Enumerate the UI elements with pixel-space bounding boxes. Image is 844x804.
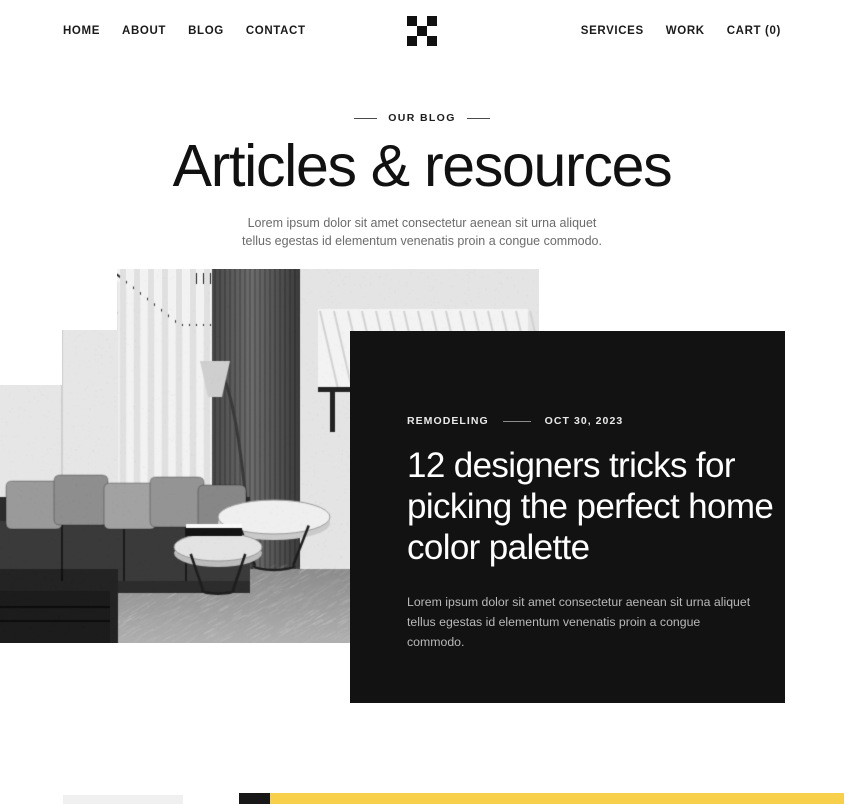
featured-post-meta: REMODELING OCT 30, 2023: [407, 415, 785, 427]
checkerboard-logo-icon[interactable]: [407, 16, 437, 46]
page-root: HOME ABOUT BLOG CONTACT SERVICES WORK CA…: [0, 0, 844, 804]
featured-post-date: OCT 30, 2023: [545, 415, 624, 427]
nav-link-services[interactable]: SERVICES: [581, 24, 644, 38]
site-header: HOME ABOUT BLOG CONTACT SERVICES WORK CA…: [0, 0, 844, 62]
hero-eyebrow-label: OUR BLOG: [388, 112, 456, 124]
eyebrow-rule-left-icon: [354, 118, 377, 119]
nav-link-about[interactable]: ABOUT: [122, 24, 166, 38]
featured-post-card-content: REMODELING OCT 30, 2023 12 designers tri…: [407, 415, 785, 653]
nav-link-home[interactable]: HOME: [63, 24, 100, 38]
primary-navigation-right: SERVICES WORK CART (0): [581, 24, 781, 38]
logo-cell: [417, 16, 427, 26]
next-section-gray-block: [63, 795, 183, 804]
hero-section: OUR BLOG Articles & resources Lorem ipsu…: [0, 112, 844, 250]
nav-link-contact[interactable]: CONTACT: [246, 24, 306, 38]
nav-link-cart[interactable]: CART (0): [727, 24, 781, 38]
featured-post-category[interactable]: REMODELING: [407, 415, 489, 427]
logo-cell: [407, 16, 417, 26]
featured-image-panel: [62, 330, 117, 643]
next-section-yellow-band: [270, 793, 844, 804]
logo-cell: [417, 36, 427, 46]
featured-post-title[interactable]: 12 designers tricks for picking the perf…: [407, 446, 785, 569]
logo-cell: [417, 26, 427, 36]
logo-cell: [427, 26, 437, 36]
logo-cell: [407, 26, 417, 36]
logo-cell: [427, 36, 437, 46]
nav-link-blog[interactable]: BLOG: [188, 24, 224, 38]
logo-cell: [407, 36, 417, 46]
logo-cell: [427, 16, 437, 26]
primary-navigation-left: HOME ABOUT BLOG CONTACT: [63, 24, 306, 38]
page-title: Articles & resources: [0, 136, 844, 198]
featured-post-card[interactable]: REMODELING OCT 30, 2023 12 designers tri…: [350, 331, 785, 703]
hero-subtitle: Lorem ipsum dolor sit amet consectetur a…: [232, 214, 612, 250]
featured-post-excerpt: Lorem ipsum dolor sit amet consectetur a…: [407, 593, 759, 653]
eyebrow-rule-right-icon: [467, 118, 490, 119]
featured-image-panel: [0, 385, 62, 643]
hero-eyebrow: OUR BLOG: [0, 112, 844, 124]
nav-link-work[interactable]: WORK: [666, 24, 705, 38]
meta-divider-icon: [503, 421, 531, 422]
